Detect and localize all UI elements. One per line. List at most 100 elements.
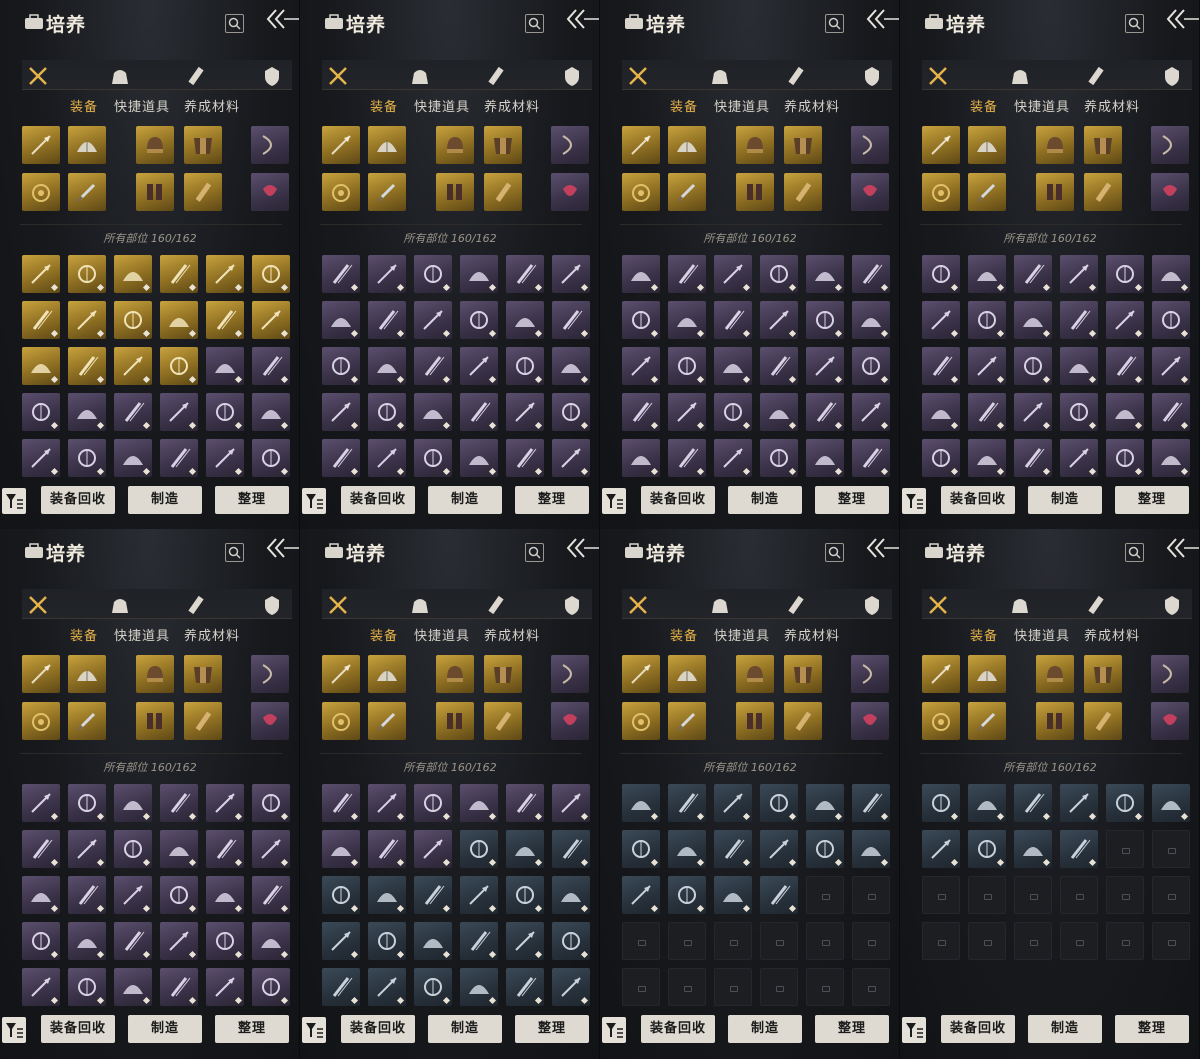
inventory-slot[interactable] [668, 784, 706, 822]
equipped-slot[interactable] [251, 702, 289, 740]
inventory-slot[interactable] [114, 255, 152, 293]
inventory-slot[interactable] [22, 968, 60, 1006]
tab-equipment[interactable]: 装备 [70, 96, 98, 115]
inventory-slot[interactable] [714, 784, 752, 822]
inventory-slot[interactable] [506, 347, 544, 385]
empty-slot[interactable] [1060, 876, 1098, 914]
inventory-slot[interactable] [714, 347, 752, 385]
equipped-slot[interactable] [851, 702, 889, 740]
tab-materials[interactable]: 养成材料 [184, 96, 240, 115]
equipped-slot[interactable] [1151, 126, 1189, 164]
inventory-slot[interactable] [414, 968, 452, 1006]
inventory-slot[interactable] [206, 439, 244, 477]
equipped-slot[interactable] [968, 126, 1006, 164]
tab-quick-items[interactable]: 快捷道具 [1014, 625, 1070, 644]
category-scroll-icon[interactable] [184, 64, 208, 88]
category-scroll-icon[interactable] [1084, 593, 1108, 617]
inventory-slot[interactable] [714, 876, 752, 914]
equipped-slot[interactable] [68, 702, 106, 740]
equipped-slot[interactable] [484, 173, 522, 211]
equipped-slot[interactable] [736, 655, 774, 693]
inventory-slot[interactable] [1060, 301, 1098, 339]
inventory-slot[interactable] [368, 393, 406, 431]
empty-slot[interactable] [760, 922, 798, 960]
equipped-slot[interactable] [68, 173, 106, 211]
inventory-slot[interactable] [460, 968, 498, 1006]
inventory-slot[interactable] [22, 922, 60, 960]
inventory-slot[interactable] [114, 439, 152, 477]
inventory-slot[interactable] [68, 922, 106, 960]
equipped-slot[interactable] [68, 126, 106, 164]
equipped-slot[interactable] [184, 173, 222, 211]
inventory-slot[interactable] [1106, 784, 1144, 822]
craft-button[interactable]: 制造 [428, 1015, 502, 1043]
tab-materials[interactable]: 养成材料 [1084, 625, 1140, 644]
inventory-slot[interactable] [68, 255, 106, 293]
inventory-slot[interactable] [506, 439, 544, 477]
inventory-slot[interactable] [1014, 255, 1052, 293]
inventory-slot[interactable] [1014, 393, 1052, 431]
tab-materials[interactable]: 养成材料 [184, 625, 240, 644]
inventory-slot[interactable] [114, 968, 152, 1006]
collapse-button[interactable] [864, 537, 899, 559]
sort-button[interactable]: 整理 [1115, 1015, 1189, 1043]
inventory-slot[interactable] [252, 968, 290, 1006]
empty-slot[interactable] [806, 968, 844, 1006]
equipped-slot[interactable] [736, 173, 774, 211]
equipped-slot[interactable] [322, 173, 360, 211]
category-rank-badge-icon[interactable] [1160, 593, 1184, 617]
equipped-slot[interactable] [551, 173, 589, 211]
inventory-slot[interactable] [460, 439, 498, 477]
inventory-slot[interactable] [1152, 439, 1190, 477]
equipped-slot[interactable] [622, 173, 660, 211]
inventory-slot[interactable] [414, 922, 452, 960]
tab-equipment[interactable]: 装备 [370, 625, 398, 644]
tab-equipment[interactable]: 装备 [370, 96, 398, 115]
inventory-slot[interactable] [160, 393, 198, 431]
inventory-slot[interactable] [668, 301, 706, 339]
category-crossed-swords-icon[interactable] [926, 64, 950, 88]
equipped-slot[interactable] [968, 173, 1006, 211]
equipped-slot[interactable] [484, 126, 522, 164]
category-rank-badge-icon[interactable] [560, 64, 584, 88]
inventory-slot[interactable] [552, 876, 590, 914]
inventory-slot[interactable] [1106, 301, 1144, 339]
recycle-button[interactable]: 装备回收 [941, 486, 1015, 514]
equipped-slot[interactable] [668, 702, 706, 740]
equipped-slot[interactable] [322, 655, 360, 693]
inventory-slot[interactable] [22, 347, 60, 385]
equipped-slot[interactable] [668, 655, 706, 693]
category-rank-badge-icon[interactable] [860, 593, 884, 617]
inventory-slot[interactable] [114, 876, 152, 914]
inventory-slot[interactable] [622, 255, 660, 293]
inventory-slot[interactable] [460, 784, 498, 822]
inventory-slot[interactable] [252, 784, 290, 822]
inventory-slot[interactable] [552, 968, 590, 1006]
inventory-slot[interactable] [852, 784, 890, 822]
search-button[interactable] [825, 14, 844, 33]
equipped-slot[interactable] [22, 655, 60, 693]
inventory-slot[interactable] [852, 393, 890, 431]
inventory-slot[interactable] [206, 393, 244, 431]
category-crossed-swords-icon[interactable] [926, 593, 950, 617]
inventory-slot[interactable] [806, 393, 844, 431]
inventory-slot[interactable] [922, 439, 960, 477]
tab-quick-items[interactable]: 快捷道具 [714, 96, 770, 115]
inventory-slot[interactable] [852, 439, 890, 477]
recycle-button[interactable]: 装备回收 [941, 1015, 1015, 1043]
inventory-slot[interactable] [414, 876, 452, 914]
collapse-button[interactable] [264, 8, 299, 30]
empty-slot[interactable] [852, 968, 890, 1006]
inventory-slot[interactable] [322, 922, 360, 960]
empty-slot[interactable] [668, 922, 706, 960]
inventory-slot[interactable] [668, 393, 706, 431]
empty-slot[interactable] [1106, 876, 1144, 914]
tab-equipment[interactable]: 装备 [670, 625, 698, 644]
inventory-slot[interactable] [1060, 830, 1098, 868]
equipped-slot[interactable] [622, 702, 660, 740]
sort-button[interactable]: 整理 [1115, 486, 1189, 514]
inventory-slot[interactable] [806, 439, 844, 477]
inventory-slot[interactable] [922, 255, 960, 293]
equipped-slot[interactable] [622, 655, 660, 693]
craft-button[interactable]: 制造 [128, 1015, 202, 1043]
